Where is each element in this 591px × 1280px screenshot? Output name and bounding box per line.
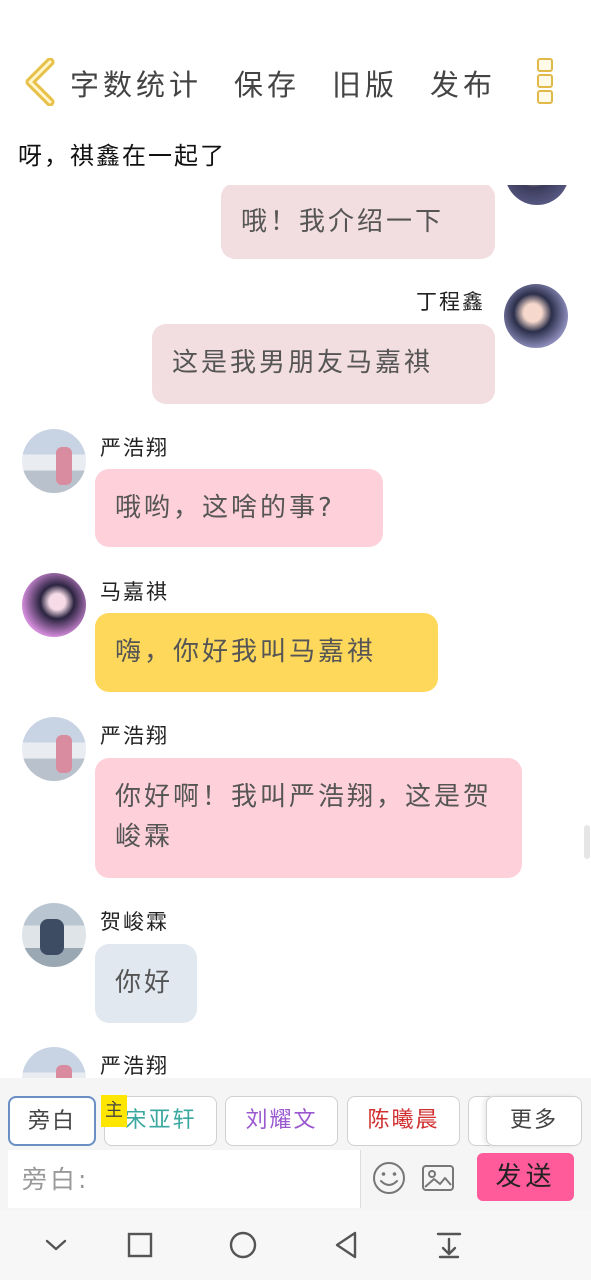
avatar[interactable] <box>22 573 86 637</box>
old-version-button[interactable]: 旧版 <box>332 62 398 104</box>
avatar[interactable] <box>22 717 86 781</box>
sender-name: 贺峻霖 <box>100 910 169 934</box>
top-bar: 字数统计 保存 旧版 发布 呀，祺鑫在一起了 <box>0 0 591 185</box>
more-menu-icon[interactable] <box>533 56 555 106</box>
home-circle-icon[interactable] <box>228 1230 258 1260</box>
sender-name: 丁程鑫 <box>416 290 485 314</box>
character-chip-liu-yaowen[interactable]: 刘耀文 <box>225 1096 338 1146</box>
character-label: 陈曦晨 <box>367 1108 440 1133</box>
message-bubble[interactable]: 嗨，你好我叫马嘉祺 <box>95 613 438 692</box>
message-bubble[interactable]: 哦！我介绍一下 <box>221 185 495 259</box>
chevron-down-icon[interactable] <box>41 1230 71 1260</box>
notification-pull-icon[interactable] <box>434 1230 464 1260</box>
send-button[interactable]: 发送 <box>477 1153 574 1201</box>
message-bubble[interactable]: 哦哟，这啥的事? <box>95 469 383 547</box>
message-bubble[interactable]: 你好 <box>95 944 197 1023</box>
publish-button[interactable]: 发布 <box>430 62 496 104</box>
chat-area[interactable]: 哦！我介绍一下 丁程鑫 这是我男朋友马嘉祺 严浩翔 哦哟，这啥的事? 马嘉祺 嗨… <box>0 185 591 1078</box>
avatar[interactable] <box>22 1047 86 1078</box>
character-label: 刘耀文 <box>245 1108 318 1133</box>
story-title: 呀，祺鑫在一起了 <box>18 142 226 170</box>
sender-name: 严浩翔 <box>100 724 169 748</box>
more-characters-button[interactable]: 更多 <box>486 1096 582 1146</box>
emoji-icon[interactable] <box>371 1160 407 1196</box>
message-input[interactable] <box>8 1150 360 1208</box>
recents-square-icon[interactable] <box>125 1230 155 1260</box>
word-count-button[interactable]: 字数统计 <box>70 62 202 104</box>
avatar[interactable] <box>504 284 568 348</box>
character-label: 旁白 <box>27 1109 76 1134</box>
avatar[interactable] <box>22 903 86 967</box>
avatar[interactable] <box>505 185 569 205</box>
composer-input-wrap[interactable] <box>8 1150 361 1208</box>
more-label: 更多 <box>509 1108 558 1133</box>
sender-name: 严浩翔 <box>100 1054 169 1078</box>
system-nav-bar <box>0 1210 591 1280</box>
sender-name: 马嘉祺 <box>100 580 169 604</box>
message-bubble[interactable]: 这是我男朋友马嘉祺 <box>152 324 495 404</box>
character-chip-chen-xichen[interactable]: 陈曦晨 <box>347 1096 460 1146</box>
message-bubble[interactable]: 你好啊！我叫严浩翔，这是贺峻霖 <box>95 758 522 878</box>
back-chevron-icon[interactable] <box>20 58 60 106</box>
avatar[interactable] <box>22 429 86 493</box>
sender-name: 严浩翔 <box>100 436 169 460</box>
save-button[interactable]: 保存 <box>234 62 300 104</box>
image-icon[interactable] <box>420 1160 456 1196</box>
scroll-indicator[interactable] <box>584 825 590 859</box>
character-label: 宋亚轩 <box>124 1108 197 1133</box>
character-chip-narrator[interactable]: 旁白 <box>8 1096 96 1146</box>
main-character-tag: 主 <box>101 1095 127 1127</box>
back-triangle-icon[interactable] <box>331 1230 361 1260</box>
